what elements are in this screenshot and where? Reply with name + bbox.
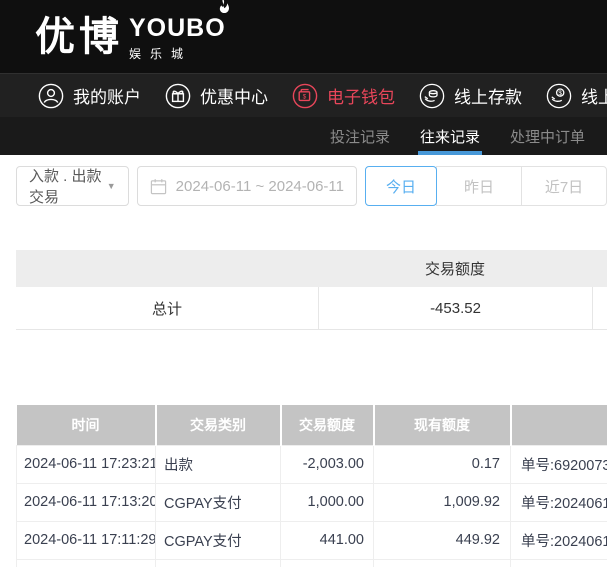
table-row: 2024-06-11 17:23:21 出款 -2,003.00 0.17 单号… bbox=[17, 445, 607, 483]
nav-item-label: 优惠中心 bbox=[200, 83, 268, 108]
transactions-table: 时间 交易类别 交易额度 现有额度 2024-06-11 17:23:21 出款… bbox=[16, 405, 607, 567]
summary-total-label: 总计 bbox=[16, 298, 318, 319]
svg-text:$: $ bbox=[303, 93, 307, 100]
date-range-value: 2024-06-11 ~ 2024-06-11 bbox=[176, 178, 344, 195]
quick-range-last7days-button[interactable]: 近7日 bbox=[521, 166, 607, 206]
summary-total-spacer bbox=[592, 287, 607, 329]
tab-betting-records[interactable]: 投注记录 bbox=[330, 117, 390, 155]
cell-time: 2024-06-11 17:13:20 bbox=[17, 483, 156, 521]
flame-icon bbox=[215, 0, 230, 17]
withdraw-icon: $ bbox=[546, 83, 572, 109]
cell-type: 出款 bbox=[156, 445, 281, 483]
table-row-partial bbox=[17, 559, 607, 567]
transaction-type-select[interactable]: 入款 . 出款交易 ▼ bbox=[16, 166, 129, 206]
calendar-icon bbox=[150, 178, 167, 195]
gift-icon bbox=[165, 83, 191, 109]
svg-text:$: $ bbox=[558, 89, 562, 96]
wallet-icon: $ bbox=[292, 83, 318, 109]
table-header-row: 时间 交易类别 交易额度 现有额度 bbox=[17, 405, 607, 445]
cell-amount: 441.00 bbox=[281, 521, 374, 559]
date-range-input[interactable]: 2024-06-11 ~ 2024-06-11 bbox=[137, 166, 357, 206]
cell-reference: 单号:20240612 bbox=[511, 483, 607, 521]
cell-type: CGPAY支付 bbox=[156, 521, 281, 559]
tab-processing-orders[interactable]: 处理中订单 bbox=[510, 117, 585, 155]
cell-amount bbox=[281, 559, 374, 567]
cell-type: CGPAY支付 bbox=[156, 483, 281, 521]
nav-item-label: 电子钱包 bbox=[327, 83, 395, 108]
quick-range-today-button[interactable]: 今日 bbox=[365, 166, 437, 206]
cell-balance: 0.17 bbox=[374, 445, 511, 483]
logo-bar: 优博 YOUBO 娱乐城 bbox=[0, 0, 607, 73]
main-nav: 我的账户 优惠中心 $ 电子钱包 bbox=[0, 73, 607, 117]
brand-name-cn: 优博 bbox=[35, 17, 123, 57]
cell-balance: 1,009.92 bbox=[374, 483, 511, 521]
summary-total-row: 总计 -453.52 bbox=[16, 287, 607, 330]
col-header-amount: 交易额度 bbox=[281, 405, 374, 445]
tab-label: 投注记录 bbox=[330, 126, 390, 147]
tab-transaction-records[interactable]: 往来记录 bbox=[420, 117, 480, 155]
col-header-balance: 现有额度 bbox=[374, 405, 511, 445]
nav-item-deposit[interactable]: 线上存款 bbox=[419, 83, 522, 109]
quick-range-yesterday-button[interactable]: 昨日 bbox=[436, 166, 522, 206]
page: 优博 YOUBO 娱乐城 我的账户 bbox=[0, 0, 607, 567]
transaction-type-value: 入款 . 出款交易 bbox=[29, 165, 107, 207]
tab-label: 处理中订单 bbox=[510, 126, 585, 147]
col-header-time: 时间 bbox=[17, 405, 156, 445]
cell-reference bbox=[511, 559, 607, 567]
cell-balance bbox=[374, 559, 511, 567]
summary-header-row: 交易额度 bbox=[16, 250, 607, 287]
cell-balance: 449.92 bbox=[374, 521, 511, 559]
brand-name-sub: 娱乐城 bbox=[129, 45, 226, 62]
nav-item-my-account[interactable]: 我的账户 bbox=[38, 83, 141, 109]
table-row: 2024-06-11 17:11:29 CGPAY支付 441.00 449.9… bbox=[17, 521, 607, 559]
table-row: 2024-06-11 17:13:20 CGPAY支付 1,000.00 1,0… bbox=[17, 483, 607, 521]
col-header-type: 交易类别 bbox=[156, 405, 281, 445]
cell-type bbox=[156, 559, 281, 567]
nav-item-label: 我的账户 bbox=[73, 83, 141, 108]
nav-item-label: 线上存款 bbox=[454, 83, 522, 108]
quick-range-group: 今日 昨日 近7日 bbox=[365, 166, 607, 206]
col-header-reference bbox=[511, 405, 607, 445]
nav-item-promotions[interactable]: 优惠中心 bbox=[165, 83, 268, 109]
cell-amount: 1,000.00 bbox=[281, 483, 374, 521]
records-tab-bar: 投注记录 往来记录 处理中订单 bbox=[0, 117, 607, 155]
user-icon bbox=[38, 83, 64, 109]
summary-amount-header: 交易额度 bbox=[318, 258, 592, 279]
brand-name-en: YOUBO bbox=[129, 14, 226, 42]
nav-item-ewallet[interactable]: $ 电子钱包 bbox=[292, 83, 395, 109]
cell-time: 2024-06-11 17:23:21 bbox=[17, 445, 156, 483]
cell-reference: 单号:69200739 bbox=[511, 445, 607, 483]
summary-total-value: -453.52 bbox=[318, 287, 592, 329]
cell-time: 2024-06-11 17:11:29 bbox=[17, 521, 156, 559]
nav-item-withdraw[interactable]: $ 线上取款 bbox=[546, 83, 607, 109]
tab-label: 往来记录 bbox=[420, 126, 480, 147]
deposit-icon bbox=[419, 83, 445, 109]
cell-amount: -2,003.00 bbox=[281, 445, 374, 483]
cell-time bbox=[17, 559, 156, 567]
filter-row: 入款 . 出款交易 ▼ 2024-06-11 ~ 2024-06-11 今日 昨… bbox=[0, 155, 607, 206]
nav-item-label: 线上取款 bbox=[581, 83, 607, 108]
chevron-down-icon: ▼ bbox=[107, 181, 116, 191]
cell-reference: 单号:20240612 bbox=[511, 521, 607, 559]
brand-name-block: YOUBO 娱乐城 bbox=[129, 12, 226, 62]
summary-table: 交易额度 总计 -453.52 bbox=[16, 250, 607, 330]
